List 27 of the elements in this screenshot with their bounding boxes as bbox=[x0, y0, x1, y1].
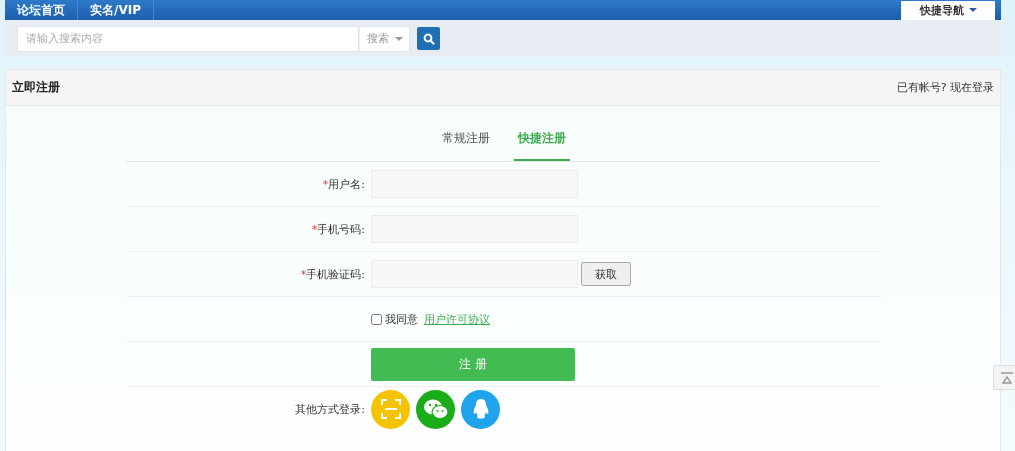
agree-text: 我同意 bbox=[385, 311, 418, 327]
wechat-login-button[interactable] bbox=[416, 389, 455, 429]
up-arrow-icon bbox=[1000, 371, 1014, 384]
license-link[interactable]: 用户许可协议 bbox=[424, 311, 490, 327]
login-link[interactable]: 已有帐号? 现在登录 bbox=[896, 80, 994, 95]
tab[interactable]: 常规注册 bbox=[437, 126, 494, 161]
tab[interactable]: 快捷注册 bbox=[513, 126, 570, 161]
scan-icon bbox=[380, 399, 401, 419]
penguin-icon bbox=[471, 398, 490, 420]
quick-nav-dropdown[interactable]: 快捷导航 bbox=[901, 0, 995, 20]
field-label: *用户名: bbox=[321, 176, 366, 192]
scan-login-button[interactable] bbox=[371, 389, 410, 429]
page-title: 立即注册 bbox=[12, 79, 60, 96]
back-to-top-button[interactable] bbox=[993, 365, 1015, 390]
other-login-label: 其他方式登录: bbox=[294, 401, 366, 417]
search-type-dropdown[interactable]: 搜索 bbox=[359, 25, 410, 52]
search-field[interactable]: 请输入搜索内容 bbox=[17, 25, 359, 52]
agree-checkbox[interactable] bbox=[371, 313, 382, 325]
field-label: *手机验证码: bbox=[299, 266, 366, 282]
search-button[interactable] bbox=[417, 27, 440, 50]
caret-icon bbox=[968, 8, 977, 12]
qq-login-button[interactable] bbox=[461, 389, 500, 429]
chat-bubbles-icon bbox=[422, 398, 449, 420]
search-icon bbox=[422, 32, 435, 45]
caret-icon bbox=[394, 36, 403, 41]
get-code-button[interactable]: 获取 bbox=[581, 262, 631, 286]
field-label: *手机号码: bbox=[310, 221, 366, 237]
